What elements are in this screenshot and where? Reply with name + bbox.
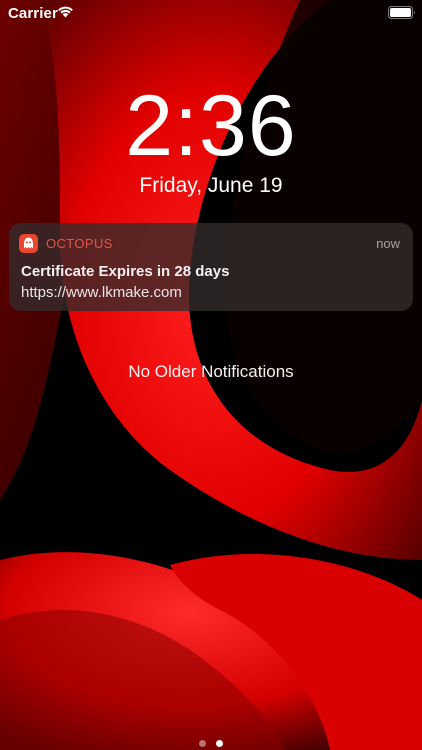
carrier-label: Carrier (8, 5, 58, 22)
octopus-icon (19, 234, 38, 253)
notification-app-name: OCTOPUS (46, 236, 113, 251)
notification-time: now (376, 236, 400, 251)
lock-screen-time: 2:36 (125, 78, 297, 174)
page-dot-1[interactable] (199, 740, 206, 747)
notification-body: https://www.lkmake.com (21, 284, 182, 301)
battery-full-icon (388, 6, 415, 19)
no-older-notifications-label: No Older Notifications (128, 362, 294, 381)
wifi-icon (58, 6, 73, 18)
notification-card[interactable]: OCTOPUS now Certificate Expires in 28 da… (9, 223, 413, 311)
page-indicator[interactable] (0, 734, 422, 747)
notification-title: Certificate Expires in 28 days (21, 263, 230, 280)
status-bar: Carrier (0, 0, 422, 26)
lock-screen-date: Friday, June 19 (139, 174, 283, 197)
lock-screen: Carrier 2:36 Friday, June 19 OCTOPUS now… (0, 0, 422, 750)
page-dot-2-active[interactable] (216, 740, 223, 747)
